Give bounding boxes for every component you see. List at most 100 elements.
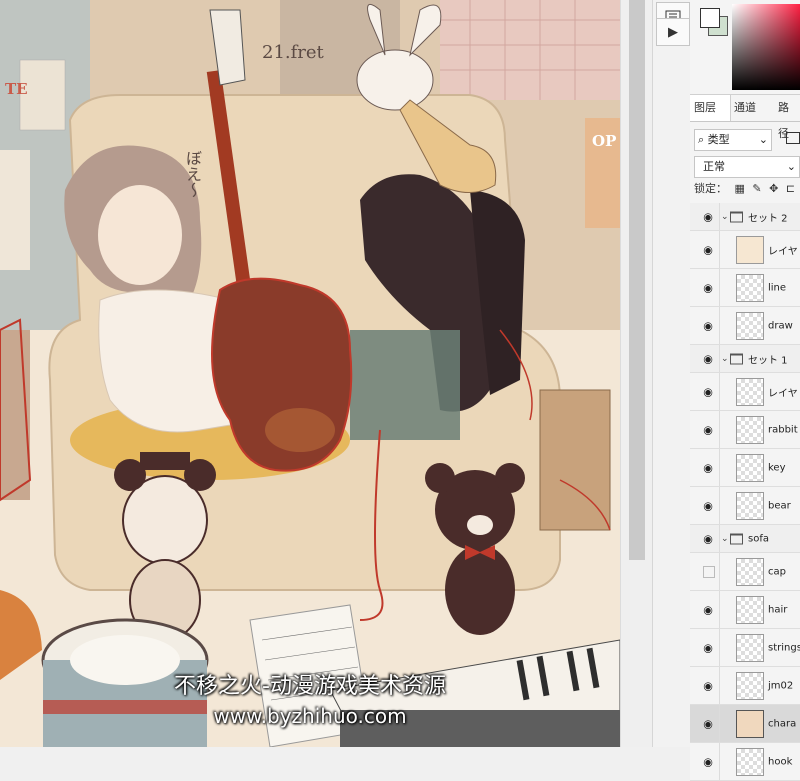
chevron-down-icon: ⌄ xyxy=(786,160,796,173)
visibility-eye-icon[interactable]: ◉ xyxy=(701,319,715,332)
watermark-url: www.byzhihuo.com xyxy=(213,704,407,728)
artboard-lock-icon[interactable]: ⊏ xyxy=(786,182,795,195)
layer-divider xyxy=(719,553,720,590)
layer-filter-dropdown[interactable]: ⌕ 类型 ⌄ xyxy=(694,129,772,151)
layer-group-set1[interactable]: ◉ ⌄ セット 1 xyxy=(690,345,800,373)
layer-group-set2[interactable]: ◉ ⌄ セット 2 xyxy=(690,203,800,231)
sign-right-text: OP xyxy=(592,132,617,150)
layer-thumbnail xyxy=(736,634,764,662)
visibility-eye-icon[interactable]: ◉ xyxy=(701,499,715,512)
visibility-eye-icon[interactable]: ◉ xyxy=(701,423,715,436)
layer-thumbnail xyxy=(736,236,764,264)
layer-divider xyxy=(719,629,720,666)
layer-name: bear xyxy=(768,500,791,511)
layer-divider xyxy=(719,373,720,410)
visibility-eye-icon[interactable]: ◉ xyxy=(701,352,715,365)
layer-name: hair xyxy=(768,604,788,615)
panel-tabs: 图层 通道 路径 xyxy=(690,95,800,140)
layer-item[interactable]: ◉ hair xyxy=(690,591,800,629)
chevron-down-icon[interactable]: ⌄ xyxy=(721,354,729,364)
layer-item-selected[interactable]: ◉ chara xyxy=(690,705,800,743)
layer-item[interactable]: ◉ bear xyxy=(690,487,800,525)
layer-item[interactable]: ◉ draw xyxy=(690,307,800,345)
layer-item[interactable]: ◉ key xyxy=(690,449,800,487)
layer-item[interactable]: ◉ レイヤ xyxy=(690,373,800,411)
chevron-down-icon: ⌄ xyxy=(758,133,768,146)
foreground-color-swatch[interactable] xyxy=(700,8,720,28)
layer-filter-label: 类型 xyxy=(707,133,730,146)
watermark-title: 不移之火-动漫游戏美术资源 xyxy=(174,674,446,699)
blend-mode-dropdown[interactable]: 正常 ⌄ xyxy=(694,156,800,178)
tab-layers[interactable]: 图层 xyxy=(690,95,731,121)
folder-icon xyxy=(730,353,743,364)
visibility-eye-icon[interactable]: ◉ xyxy=(701,603,715,616)
layer-thumbnail xyxy=(736,312,764,340)
layer-item[interactable]: ◉ レイヤ xyxy=(690,231,800,269)
canvas-scrollbar[interactable] xyxy=(620,0,653,747)
fret-doodle-text: 21.fret xyxy=(262,42,324,63)
layer-name: レイヤ xyxy=(768,246,798,257)
lock-transparent-pixels-icon[interactable]: ▦ xyxy=(735,182,745,195)
lock-position-icon[interactable]: ✥ xyxy=(769,182,778,195)
layer-item[interactable]: ◉ line xyxy=(690,269,800,307)
visibility-eye-icon[interactable]: ◉ xyxy=(701,210,715,223)
tab-paths[interactable]: 路径 xyxy=(774,95,800,140)
visibility-hidden-box[interactable] xyxy=(703,565,715,578)
visibility-eye-icon[interactable]: ◉ xyxy=(701,385,715,398)
color-picker-field[interactable] xyxy=(732,4,800,90)
panel-tool-column: ▶ xyxy=(652,0,692,747)
layer-divider xyxy=(719,525,720,552)
visibility-eye-icon[interactable]: ◉ xyxy=(701,281,715,294)
layer-item[interactable]: ◉ strings xyxy=(690,629,800,667)
layer-thumbnail xyxy=(736,558,764,586)
visibility-eye-icon[interactable]: ◉ xyxy=(701,243,715,256)
chevron-down-icon[interactable]: ⌄ xyxy=(721,534,729,544)
layer-group-name: sofa xyxy=(748,533,769,544)
visibility-eye-icon[interactable]: ◉ xyxy=(701,461,715,474)
layer-divider xyxy=(719,743,720,780)
color-area xyxy=(690,0,800,95)
layer-divider xyxy=(719,487,720,524)
image-filter-icon[interactable] xyxy=(786,132,800,144)
layer-item[interactable]: ◉ rabbit xyxy=(690,411,800,449)
layers-panel: 图层 通道 路径 ⌕ 类型 ⌄ 正常 ⌄ 锁定： ▦ ✎ ✥ ⊏ ◉ ⌄ セット… xyxy=(690,0,800,781)
chevron-down-icon[interactable]: ⌄ xyxy=(721,212,729,222)
layer-name: line xyxy=(768,282,787,293)
layer-list: ◉ ⌄ セット 2 ◉ レイヤ ◉ line ◉ draw ◉ ⌄ セット 1 … xyxy=(690,203,800,781)
layer-divider xyxy=(719,705,720,742)
layer-thumbnail xyxy=(736,672,764,700)
layer-name: chara xyxy=(768,718,797,729)
tab-channels[interactable]: 通道 xyxy=(730,95,760,121)
lock-row: 锁定： ▦ ✎ ✥ ⊏ xyxy=(694,180,800,198)
sign-left-text: TE xyxy=(5,80,28,98)
layer-divider xyxy=(719,449,720,486)
layer-divider xyxy=(719,411,720,448)
layer-divider xyxy=(719,269,720,306)
lock-label: 锁定： xyxy=(694,182,727,195)
layer-divider xyxy=(719,307,720,344)
layer-divider xyxy=(719,345,720,372)
layer-item[interactable]: ◉ jm02 xyxy=(690,667,800,705)
lock-image-pixels-icon[interactable]: ✎ xyxy=(752,182,761,195)
layer-thumbnail xyxy=(736,596,764,624)
play-icon[interactable]: ▶ xyxy=(656,18,690,46)
layer-item[interactable]: cap xyxy=(690,553,800,591)
visibility-eye-icon[interactable]: ◉ xyxy=(701,717,715,730)
layer-name: rabbit xyxy=(768,424,798,435)
layer-item[interactable]: ◉ hook xyxy=(690,743,800,781)
visibility-eye-icon[interactable]: ◉ xyxy=(701,532,715,545)
canvas-scrollbar-thumb[interactable] xyxy=(629,0,645,560)
folder-icon xyxy=(730,533,743,544)
layer-group-sofa[interactable]: ◉ ⌄ sofa xyxy=(690,525,800,553)
layer-name: レイヤ xyxy=(768,388,798,399)
visibility-eye-icon[interactable]: ◉ xyxy=(701,641,715,654)
document-canvas[interactable]: 21.fret ぼえ～ TE OP 不移之火-动漫游戏美术资源 www.byzh… xyxy=(0,0,620,747)
layer-thumbnail xyxy=(736,492,764,520)
visibility-eye-icon[interactable]: ◉ xyxy=(701,679,715,692)
layer-group-name: セット 1 xyxy=(748,355,788,366)
visibility-eye-icon[interactable]: ◉ xyxy=(701,755,715,768)
layer-name: cap xyxy=(768,566,786,577)
sofa-doodle-text: ぼえ～ xyxy=(183,150,202,198)
layer-divider xyxy=(719,667,720,704)
layer-name: strings xyxy=(768,642,800,653)
